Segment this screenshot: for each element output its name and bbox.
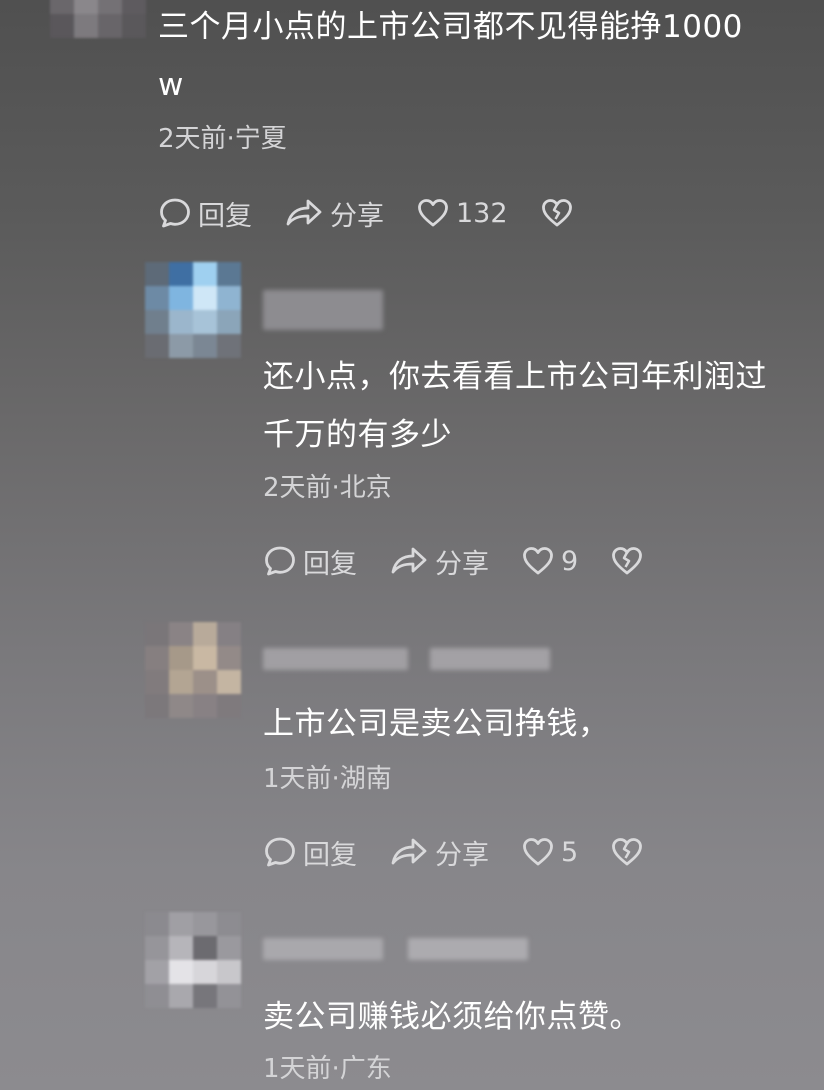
comment-meta: 1天前·广东: [263, 1054, 392, 1084]
username-blurred[interactable]: [263, 938, 383, 960]
comment-actions: 回复 分享 132: [158, 193, 574, 233]
broken-heart-icon: [541, 199, 572, 227]
comment-meta: 2天前·北京: [263, 473, 392, 503]
dislike-button[interactable]: [610, 544, 644, 578]
comment-text-line: 卖公司赚钱必须给你点赞。: [263, 999, 641, 1035]
comment-meta: 2天前·宁夏: [158, 124, 287, 154]
comment-actions: 回复 分享 9: [263, 541, 644, 581]
like-count: 132: [456, 197, 508, 229]
broken-heart-icon: [612, 838, 643, 866]
avatar[interactable]: [145, 262, 241, 358]
like-count: 5: [561, 836, 579, 868]
share-label: 分享: [435, 548, 489, 580]
comment-actions: 回复 分享 5: [263, 832, 644, 872]
comment-text-line: w: [158, 67, 184, 103]
dislike-button[interactable]: [610, 835, 644, 869]
heart-outline-icon: [523, 838, 553, 866]
username-blurred[interactable]: [263, 290, 383, 330]
comment-text-line: 千万的有多少: [263, 417, 452, 453]
like-count: 9: [561, 545, 579, 577]
like-button[interactable]: 5: [521, 835, 578, 869]
share-arrow-icon: [391, 547, 427, 574]
share-button[interactable]: 分享: [389, 542, 489, 581]
username-blurred[interactable]: [430, 648, 550, 670]
username-blurred[interactable]: [263, 648, 408, 670]
like-button[interactable]: 132: [416, 196, 508, 230]
share-button[interactable]: 分享: [284, 194, 384, 233]
speech-bubble-icon: [160, 198, 190, 228]
share-label: 分享: [435, 839, 489, 871]
reply-label: 回复: [303, 548, 357, 580]
speech-bubble-icon: [265, 837, 295, 867]
share-button[interactable]: 分享: [389, 833, 489, 872]
comment-text-line: 还小点，你去看看上市公司年利润过: [263, 359, 767, 395]
share-label: 分享: [330, 200, 384, 232]
comment-meta: 1天前·湖南: [263, 764, 392, 794]
heart-outline-icon: [418, 199, 448, 227]
reply-button[interactable]: 回复: [158, 194, 252, 233]
share-arrow-icon: [286, 199, 322, 226]
dislike-button[interactable]: [540, 196, 574, 230]
username-blurred[interactable]: [408, 938, 528, 960]
like-button[interactable]: 9: [521, 544, 578, 578]
broken-heart-icon: [612, 547, 643, 575]
share-arrow-icon: [391, 838, 427, 865]
comment-text-line: 上市公司是卖公司挣钱，: [263, 706, 610, 742]
reply-button[interactable]: 回复: [263, 833, 357, 872]
avatar[interactable]: [50, 0, 146, 38]
reply-button[interactable]: 回复: [263, 542, 357, 581]
reply-label: 回复: [198, 200, 252, 232]
heart-outline-icon: [523, 547, 553, 575]
comment-text-line: 三个月小点的上市公司都不见得能挣1000: [158, 9, 743, 45]
speech-bubble-icon: [265, 546, 295, 576]
reply-label: 回复: [303, 839, 357, 871]
avatar[interactable]: [145, 912, 241, 1008]
avatar[interactable]: [145, 622, 241, 718]
